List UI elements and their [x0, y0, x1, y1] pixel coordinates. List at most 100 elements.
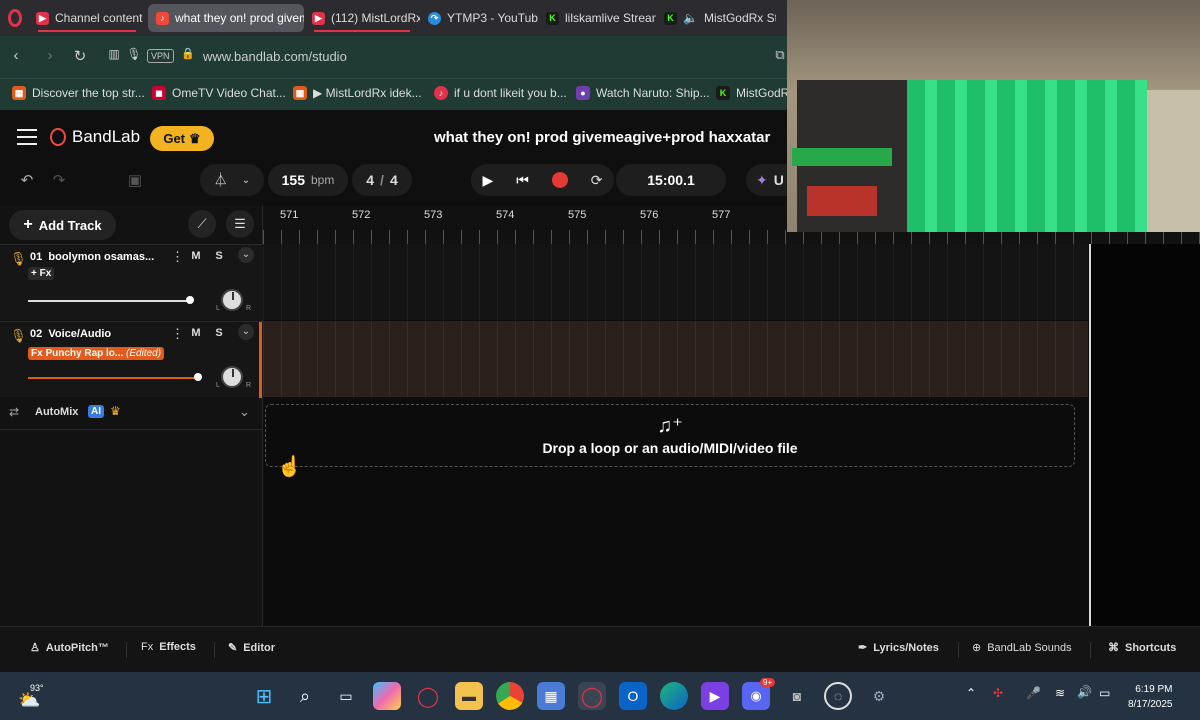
track-row-01[interactable]: 🎙 01 boolymon osamas... ⋮ M S ⌄ + Fx L R — [0, 244, 263, 320]
skip-back-icon[interactable]: ⏮ — [516, 172, 529, 189]
url-field[interactable]: www.bandlab.com/studio — [203, 49, 347, 64]
record-icon[interactable] — [551, 172, 568, 188]
microphone-icon[interactable]: 🎤 — [1026, 686, 1041, 700]
edge-icon[interactable] — [660, 682, 688, 710]
add-track-button[interactable]: + Add Track — [9, 210, 116, 240]
clipchamp-icon[interactable]: ▶ — [701, 682, 729, 710]
task-view-icon[interactable]: ▭ — [332, 682, 360, 710]
kick-icon: K — [664, 11, 677, 25]
track-lane-01[interactable] — [263, 244, 1088, 320]
mute-button[interactable]: M — [188, 327, 204, 339]
copilot-icon[interactable] — [373, 682, 401, 710]
track-row-02[interactable]: 🎙 02 Voice/Audio ⋮ M S ⌄ Fx Punchy Rap l… — [0, 321, 263, 398]
drop-file-zone[interactable]: ♫⁺ Drop a loop or an audio/MIDI/video fi… — [265, 404, 1075, 467]
volume-slider[interactable] — [28, 300, 190, 302]
bookmark-item[interactable]: ▦ ▶ MistLordRx idek... — [293, 86, 422, 100]
fx-preset-button[interactable]: Fx Punchy Rap lo... (Edited) — [28, 347, 165, 360]
volume-slider-thumb[interactable] — [194, 373, 202, 381]
tab-label: MistGodRx St — [703, 11, 776, 25]
tuner-icon[interactable]: ⟋ — [188, 210, 216, 238]
bookmark-item[interactable]: ◼ OmeTV Video Chat... — [152, 86, 286, 100]
obs-icon[interactable]: ◌ — [824, 682, 852, 710]
chevron-down-icon[interactable]: ⌄ — [238, 324, 254, 340]
lyrics-notes-button[interactable]: ✒ Lyrics/Notes — [858, 641, 939, 655]
tab-kick-lilskamlive[interactable]: K lilskamlive Stream — [538, 4, 656, 32]
windows-start-icon[interactable]: ⊞ — [250, 682, 278, 710]
track-name[interactable]: 02 Voice/Audio — [30, 328, 162, 340]
bandlab-logo[interactable]: BandLab — [50, 127, 140, 147]
pan-knob[interactable] — [221, 366, 243, 388]
automix-row[interactable]: ⇄ AutoMix AI ♛ ⌄ — [0, 400, 263, 430]
pencil-icon: ✎ — [228, 642, 238, 654]
bookmark-favicon-icon: ♪ — [434, 86, 448, 100]
chrome-icon[interactable] — [496, 682, 524, 710]
volume-slider[interactable] — [28, 377, 198, 379]
reload-icon[interactable]: ↻ — [70, 47, 90, 65]
settings-gear-icon[interactable]: ⚙ — [865, 682, 893, 710]
forward-icon[interactable]: › — [40, 47, 60, 64]
play-icon[interactable]: ▶ — [482, 172, 493, 189]
add-fx-button[interactable]: + Fx — [28, 267, 55, 280]
track-name[interactable]: 01 boolymon osamas... — [30, 251, 162, 263]
loop-icon[interactable]: ⟳ — [591, 172, 603, 189]
tab-ytmp3[interactable]: ↷ YTMP3 - YouTube — [420, 4, 538, 32]
camera-icon[interactable]: ◙ — [783, 682, 811, 710]
time-display: 15:00.1 — [616, 164, 726, 196]
redo-icon[interactable]: ↷ — [44, 165, 74, 195]
tempo-field[interactable]: 155 bpm — [268, 164, 348, 196]
pan-right-label: R — [246, 305, 252, 312]
system-clock[interactable]: 6:19 PM 8/17/2025 — [1128, 682, 1173, 712]
track-lane-02[interactable] — [263, 321, 1088, 397]
chevron-up-icon[interactable]: ⌃ — [966, 686, 976, 700]
opera-menu-icon[interactable] — [8, 9, 22, 27]
bookmark-item[interactable]: ♪ if u dont likeit you b... — [434, 86, 567, 100]
metronome-control[interactable]: ⏃ ⌄ — [200, 164, 264, 196]
volume-icon[interactable]: 🔊 — [1077, 685, 1092, 699]
back-icon[interactable]: ‹ — [6, 47, 26, 64]
tray-app-icon[interactable]: ✣ — [993, 686, 1003, 700]
search-icon[interactable]: ⌕ — [291, 682, 319, 710]
project-title[interactable]: what they on! prod givemeagive+prod haxx… — [434, 129, 770, 146]
vpn-badge[interactable]: VPN — [147, 49, 174, 63]
shortcuts-button[interactable]: ⌘ Shortcuts — [1108, 641, 1176, 655]
reader-icon[interactable]: ▥ — [104, 47, 124, 61]
opera-active-icon[interactable]: ◯ — [578, 682, 606, 710]
mixer-icon[interactable]: ☰ — [226, 210, 254, 238]
more-options-icon[interactable]: ⋮ — [171, 249, 184, 265]
store-icon[interactable]: ▦ — [537, 682, 565, 710]
tab-bandlab-studio[interactable]: ♪ what they on! prod givem — [148, 4, 304, 32]
tab-channel-content[interactable]: ▶ Channel content — [28, 4, 146, 32]
get-membership-button[interactable]: Get ♛ — [150, 126, 214, 151]
pan-knob[interactable] — [221, 289, 243, 311]
bandlab-sounds-button[interactable]: ⊕ BandLab Sounds — [972, 641, 1072, 655]
battery-icon[interactable]: ▭ — [1099, 686, 1110, 700]
wifi-icon[interactable]: ≋ — [1055, 686, 1065, 700]
hamburger-menu-icon[interactable] — [17, 129, 37, 145]
autopitch-button[interactable]: ♙ AutoPitch™ — [30, 641, 109, 655]
outlook-icon[interactable]: O — [619, 682, 647, 710]
solo-button[interactable]: S — [211, 327, 227, 339]
bookmark-item[interactable]: K MistGodRx — [716, 86, 795, 100]
bookmark-item[interactable]: ● Watch Naruto: Ship... — [576, 86, 710, 100]
playhead[interactable] — [1089, 244, 1091, 626]
weather-widget[interactable]: 93° ⛅ — [18, 680, 48, 712]
bookmark-item[interactable]: ▦ Discover the top str... — [12, 86, 145, 100]
effects-button[interactable]: Fx Effects — [141, 641, 196, 653]
undo-icon[interactable]: ↶ — [12, 165, 42, 195]
opera-icon[interactable]: ◯ — [414, 682, 442, 710]
mute-button[interactable]: M — [188, 250, 204, 262]
time-signature-field[interactable]: 4 / 4 — [352, 164, 412, 196]
bpm-unit: bpm — [311, 173, 335, 187]
save-icon[interactable]: ▣ — [120, 165, 150, 195]
mic-icon[interactable]: 🎙 — [124, 47, 144, 61]
more-options-icon[interactable]: ⋮ — [171, 326, 184, 342]
volume-slider-thumb[interactable] — [186, 296, 194, 304]
editor-button[interactable]: ✎ Editor — [228, 641, 275, 655]
file-explorer-icon[interactable]: ▬ — [455, 682, 483, 710]
tab-kick-mistgodrx[interactable]: K 🔈 MistGodRx St — [656, 4, 776, 32]
solo-button[interactable]: S — [211, 250, 227, 262]
chevron-down-icon[interactable]: ⌄ — [239, 404, 250, 420]
chevron-down-icon[interactable]: ⌄ — [238, 247, 254, 263]
tab-youtube-mistlordrx[interactable]: ▶ (112) MistLordRx — [304, 4, 420, 32]
mic-icon: 🎙 — [10, 251, 27, 266]
